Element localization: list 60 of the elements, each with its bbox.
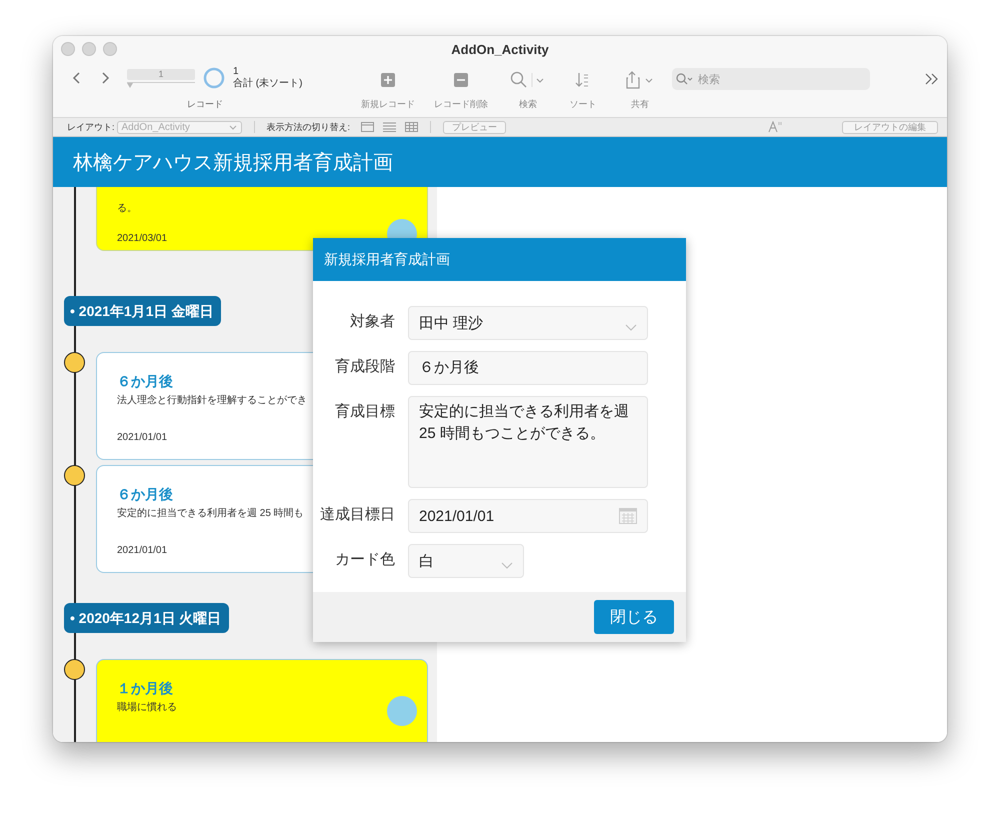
chevron-down-icon (625, 324, 637, 331)
slider-thumb[interactable] (127, 83, 133, 88)
card-date: 2021/03/01 (117, 233, 168, 244)
minus-icon[interactable] (454, 71, 468, 89)
dropdown-field[interactable]: 白 (408, 544, 524, 578)
text-size-icon[interactable] (768, 121, 782, 133)
field-label: カード色 (334, 550, 395, 569)
card-title: ６か月後 (117, 372, 173, 391)
table-view-icon[interactable] (405, 122, 418, 132)
view-switch-label: 表示方法の切り替え: (266, 120, 350, 134)
card-description: 職場に慣れる (117, 700, 177, 714)
card-title: １か月後 (117, 679, 173, 698)
card-date: 2021/01/01 (117, 432, 168, 443)
found-count: 1 (233, 66, 240, 78)
overflow-chevron-icon[interactable] (925, 73, 939, 85)
found-label: 合計 (未ソート) (233, 78, 302, 90)
card-description: 安定的に担当できる利用者を週 25 時間も (117, 506, 304, 520)
form-view-icon[interactable] (361, 122, 374, 132)
date-label: • 2020年12月1日 火曜日 (64, 603, 230, 633)
field-label: 対象者 (349, 312, 395, 331)
field-label: 育成段階 (334, 357, 395, 376)
toolbar-label: 新規レコード (361, 98, 415, 111)
chevron-down-icon (501, 562, 513, 569)
timeline-card[interactable]: １か月後 職場に慣れる (96, 659, 428, 742)
toolbar-label: ソート (570, 98, 596, 111)
record-slider[interactable] (127, 82, 195, 89)
dropdown-field[interactable]: 田中 理沙 (408, 306, 648, 340)
card-description: 法人理念と行動指針を理解することができ (117, 394, 307, 407)
layout-label: レイアウト: (67, 120, 115, 134)
window-title: AddOn_Activity (450, 42, 550, 56)
date-field[interactable]: 2021/01/01 (408, 499, 648, 533)
calendar-icon[interactable] (619, 508, 637, 524)
text-area[interactable]: 安定的に担当できる利用者を週 25 時間もつことができる。 (408, 396, 648, 488)
text-field[interactable]: ６か月後 (408, 351, 648, 385)
card-description: る。 (117, 202, 137, 215)
search-icon (676, 73, 694, 85)
close-button[interactable]: 閉じる (594, 600, 674, 634)
card-date: 2021/01/01 (117, 545, 168, 556)
page-title: 林檎ケアハウス新規採用者育成計画 (73, 150, 393, 176)
card-title: ６か月後 (117, 485, 173, 504)
share-icon[interactable] (625, 71, 655, 89)
dialog-title: 新規採用者育成計画 (313, 238, 686, 281)
field-label: 達成目標日 (319, 505, 395, 524)
timeline-card[interactable]: る。 2021/03/01 (96, 187, 428, 251)
list-view-icon[interactable] (383, 122, 396, 132)
toolbar-label: レコード削除 (434, 98, 488, 111)
chevron-down-icon (228, 124, 237, 130)
forward-icon[interactable] (100, 71, 110, 85)
back-icon[interactable] (72, 71, 82, 85)
toolbar-label: 検索 (519, 98, 537, 111)
window-control-button[interactable] (61, 42, 75, 56)
date-label: • 2021年1月1日 金曜日 (64, 296, 222, 326)
plus-icon[interactable] (381, 71, 395, 89)
window-control-button[interactable] (82, 42, 96, 56)
window-control-button[interactable] (103, 42, 117, 56)
field-label: 育成目標 (334, 402, 395, 421)
record-label: レコード (187, 98, 224, 111)
toolbar-label: 共有 (631, 98, 649, 111)
progress-ring-icon (203, 67, 225, 89)
search-icon[interactable] (510, 71, 546, 89)
